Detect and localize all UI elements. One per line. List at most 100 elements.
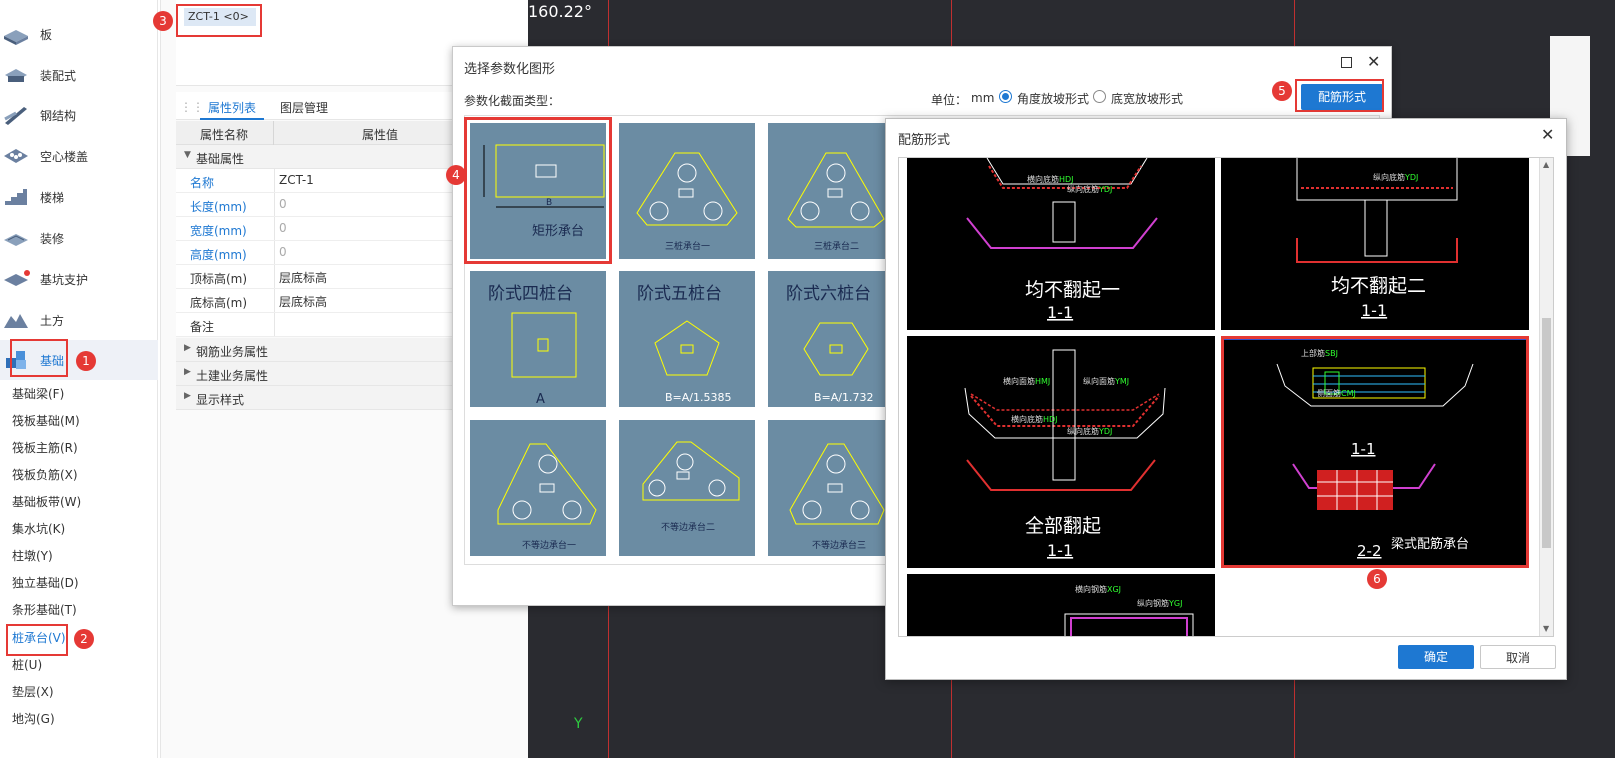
prop-name: 高度(mm)	[190, 248, 247, 262]
nav-item-earthwork[interactable]: 土方	[0, 300, 158, 340]
rebar-option-2[interactable]: 纵向底筋YDJ 均不翻起二 1-1	[1221, 158, 1529, 330]
tab-property-list[interactable]: 属性列表	[200, 93, 264, 120]
section-type-label: 参数化截面类型：	[464, 94, 561, 108]
svg-text:横向面筋HMJ: 横向面筋HMJ	[1003, 376, 1050, 386]
nav-label: 装修	[40, 231, 65, 246]
shape-tile-stepped-four[interactable]: 阶式四桩台 A	[470, 271, 606, 407]
option-label: 均不翻起二	[1331, 275, 1426, 297]
radio-angle-label[interactable]: 角度放坡形式	[1017, 90, 1089, 107]
svg-text:横向钢筋XGJ: 横向钢筋XGJ	[1075, 584, 1121, 594]
scroll-thumb[interactable]	[1542, 318, 1551, 548]
ok-button[interactable]: 确定	[1398, 645, 1474, 669]
col-value-header: 属性值	[362, 128, 399, 142]
tile-label: 三桩承台二	[814, 240, 859, 252]
nav-label: 楼梯	[40, 190, 65, 205]
decoration-icon	[4, 234, 28, 246]
group-label: 土建业务属性	[196, 369, 269, 383]
nav-item-decoration[interactable]: 装修	[0, 218, 158, 258]
sub-item-trench[interactable]: 地沟(G)	[12, 709, 55, 729]
group-label: 显示样式	[196, 393, 245, 407]
nav-item-stairs[interactable]: 楼梯	[0, 177, 158, 217]
nav-item-slab[interactable]: 板	[0, 14, 158, 54]
prop-name: 宽度(mm)	[190, 224, 247, 238]
radio-dot-icon	[1002, 93, 1009, 100]
options-scrollbar[interactable]: ▲ ▼	[1539, 158, 1553, 636]
option-label: 均不翻起一	[1025, 279, 1120, 301]
tile-label: 不等边承台一	[522, 539, 576, 551]
cancel-button[interactable]: 取消	[1480, 645, 1556, 669]
sub-item-raft-main-rebar[interactable]: 筏板主筋(R)	[12, 438, 78, 458]
tile-sub: B=A/1.5385	[665, 391, 731, 404]
nav-label: 空心楼盖	[40, 149, 89, 164]
nav-item-hollow-floor[interactable]: 空心楼盖	[0, 136, 158, 176]
sub-item-cushion[interactable]: 垫层(X)	[12, 682, 54, 702]
radio-angle[interactable]	[999, 90, 1012, 103]
step-badge: 6	[1367, 569, 1387, 589]
maximize-icon[interactable]	[1341, 57, 1352, 68]
svg-text:纵向钢筋YGJ: 纵向钢筋YGJ	[1137, 598, 1182, 608]
shape-tile-stepped-five[interactable]: 阶式五桩台 B=A/1.5385	[619, 271, 755, 407]
shape-tile-three-pile-2[interactable]: 三桩承台二	[768, 123, 904, 259]
radio-width-label[interactable]: 底宽放坡形式	[1111, 90, 1183, 107]
sub-item-raft-foundation[interactable]: 筏板基础(M)	[12, 411, 80, 431]
rebar-form-dialog: 配筋形式 ✕ 横向底筋HDJ 纵向底筋YDJ 均不翻起一 1-1 纵向底筋YDJ…	[885, 118, 1567, 680]
shape-tile-unequal-2[interactable]: 不等边承台二	[619, 420, 755, 556]
dialog-title: 选择参数化图形	[464, 62, 556, 77]
nav-label: 装配式	[40, 68, 77, 83]
close-icon[interactable]: ✕	[1541, 125, 1554, 144]
close-icon[interactable]: ✕	[1367, 52, 1380, 71]
unit-value: mm	[971, 91, 995, 105]
three-pile-diagram-icon: 三桩承台一	[636, 152, 738, 252]
selected-option-highlight	[1221, 336, 1529, 568]
expand-icon: ▶	[184, 391, 191, 401]
sub-item-pile[interactable]: 桩(U)	[12, 655, 42, 675]
tile-sub: A	[536, 392, 545, 407]
option-section: 1-1	[1361, 301, 1387, 320]
step-badge: 3	[153, 11, 173, 31]
sub-item-column-pier[interactable]: 柱墩(Y)	[12, 546, 53, 566]
nav-item-steel[interactable]: 钢结构	[0, 95, 158, 135]
dialog-title: 配筋形式	[898, 133, 951, 148]
sub-item-sump[interactable]: 集水坑(K)	[12, 519, 65, 539]
sub-item-raft-neg-rebar[interactable]: 筏板负筋(X)	[12, 465, 78, 485]
angle-readout: 160.22°	[528, 2, 592, 21]
tab-layer-management[interactable]: 图层管理	[272, 93, 336, 120]
tile-label: 不等边承台二	[661, 521, 715, 533]
prop-name: 底标高(m)	[190, 296, 248, 310]
sub-item-isolated-footing[interactable]: 独立基础(D)	[12, 573, 79, 593]
sub-item-strip-footing[interactable]: 条形基础(T)	[12, 600, 77, 620]
nav-label: 钢结构	[40, 108, 77, 123]
tile-label: 三桩承台一	[665, 240, 710, 252]
sub-item-foundation-beam[interactable]: 基础梁(F)	[12, 384, 64, 404]
rebar-option-3[interactable]: 横向面筋HMJ 纵向面筋YMJ 横向底筋HDJ 纵向底筋YDJ 全部翻起 1-1	[907, 336, 1215, 568]
svg-text:纵向底筋YDJ: 纵向底筋YDJ	[1067, 426, 1112, 436]
option-section: 1-1	[1047, 303, 1073, 322]
scroll-up-icon[interactable]: ▲	[1543, 160, 1549, 169]
highlight-box	[176, 4, 262, 37]
prop-name: 顶标高(m)	[190, 272, 248, 286]
selected-tile-highlight	[464, 117, 612, 264]
highlight-box	[1295, 79, 1384, 112]
shape-tile-three-pile-1[interactable]: 三桩承台一	[619, 123, 755, 259]
three-pile-diagram-icon: 三桩承台二	[787, 152, 885, 252]
sub-item-slab-strip[interactable]: 基础板带(W)	[12, 492, 81, 512]
unequal-diagram-icon: 不等边承台三	[789, 443, 885, 551]
nav-item-prefab[interactable]: 装配式	[0, 55, 158, 95]
rebar-options-list: 横向底筋HDJ 纵向底筋YDJ 均不翻起一 1-1 纵向底筋YDJ 均不翻起二 …	[898, 157, 1554, 637]
rebar-option-1[interactable]: 横向底筋HDJ 纵向底筋YDJ 均不翻起一 1-1	[907, 158, 1215, 330]
rebar-option-5[interactable]: 横向钢筋XGJ 纵向钢筋YGJ	[907, 574, 1215, 636]
scroll-down-icon[interactable]: ▼	[1543, 624, 1549, 633]
tile-label: 阶式五桩台	[637, 284, 722, 304]
nav-label: 基坑支护	[40, 272, 89, 287]
expand-icon: ▶	[184, 343, 191, 353]
nav-label: 土方	[40, 313, 65, 328]
unequal-diagram-icon: 不等边承台二	[642, 441, 740, 533]
shape-tile-unequal-3[interactable]: 不等边承台三	[768, 420, 904, 556]
shape-tile-stepped-six[interactable]: 阶式六桩台 B=A/1.732	[768, 271, 904, 407]
shape-tile-unequal-1[interactable]: 不等边承台一	[470, 420, 606, 556]
radio-width[interactable]	[1093, 90, 1106, 103]
prop-name: 长度(mm)	[190, 200, 247, 214]
highlight-box	[6, 624, 68, 656]
nav-item-pit-support[interactable]: 基坑支护	[0, 259, 158, 299]
tile-label: 不等边承台三	[812, 539, 866, 551]
